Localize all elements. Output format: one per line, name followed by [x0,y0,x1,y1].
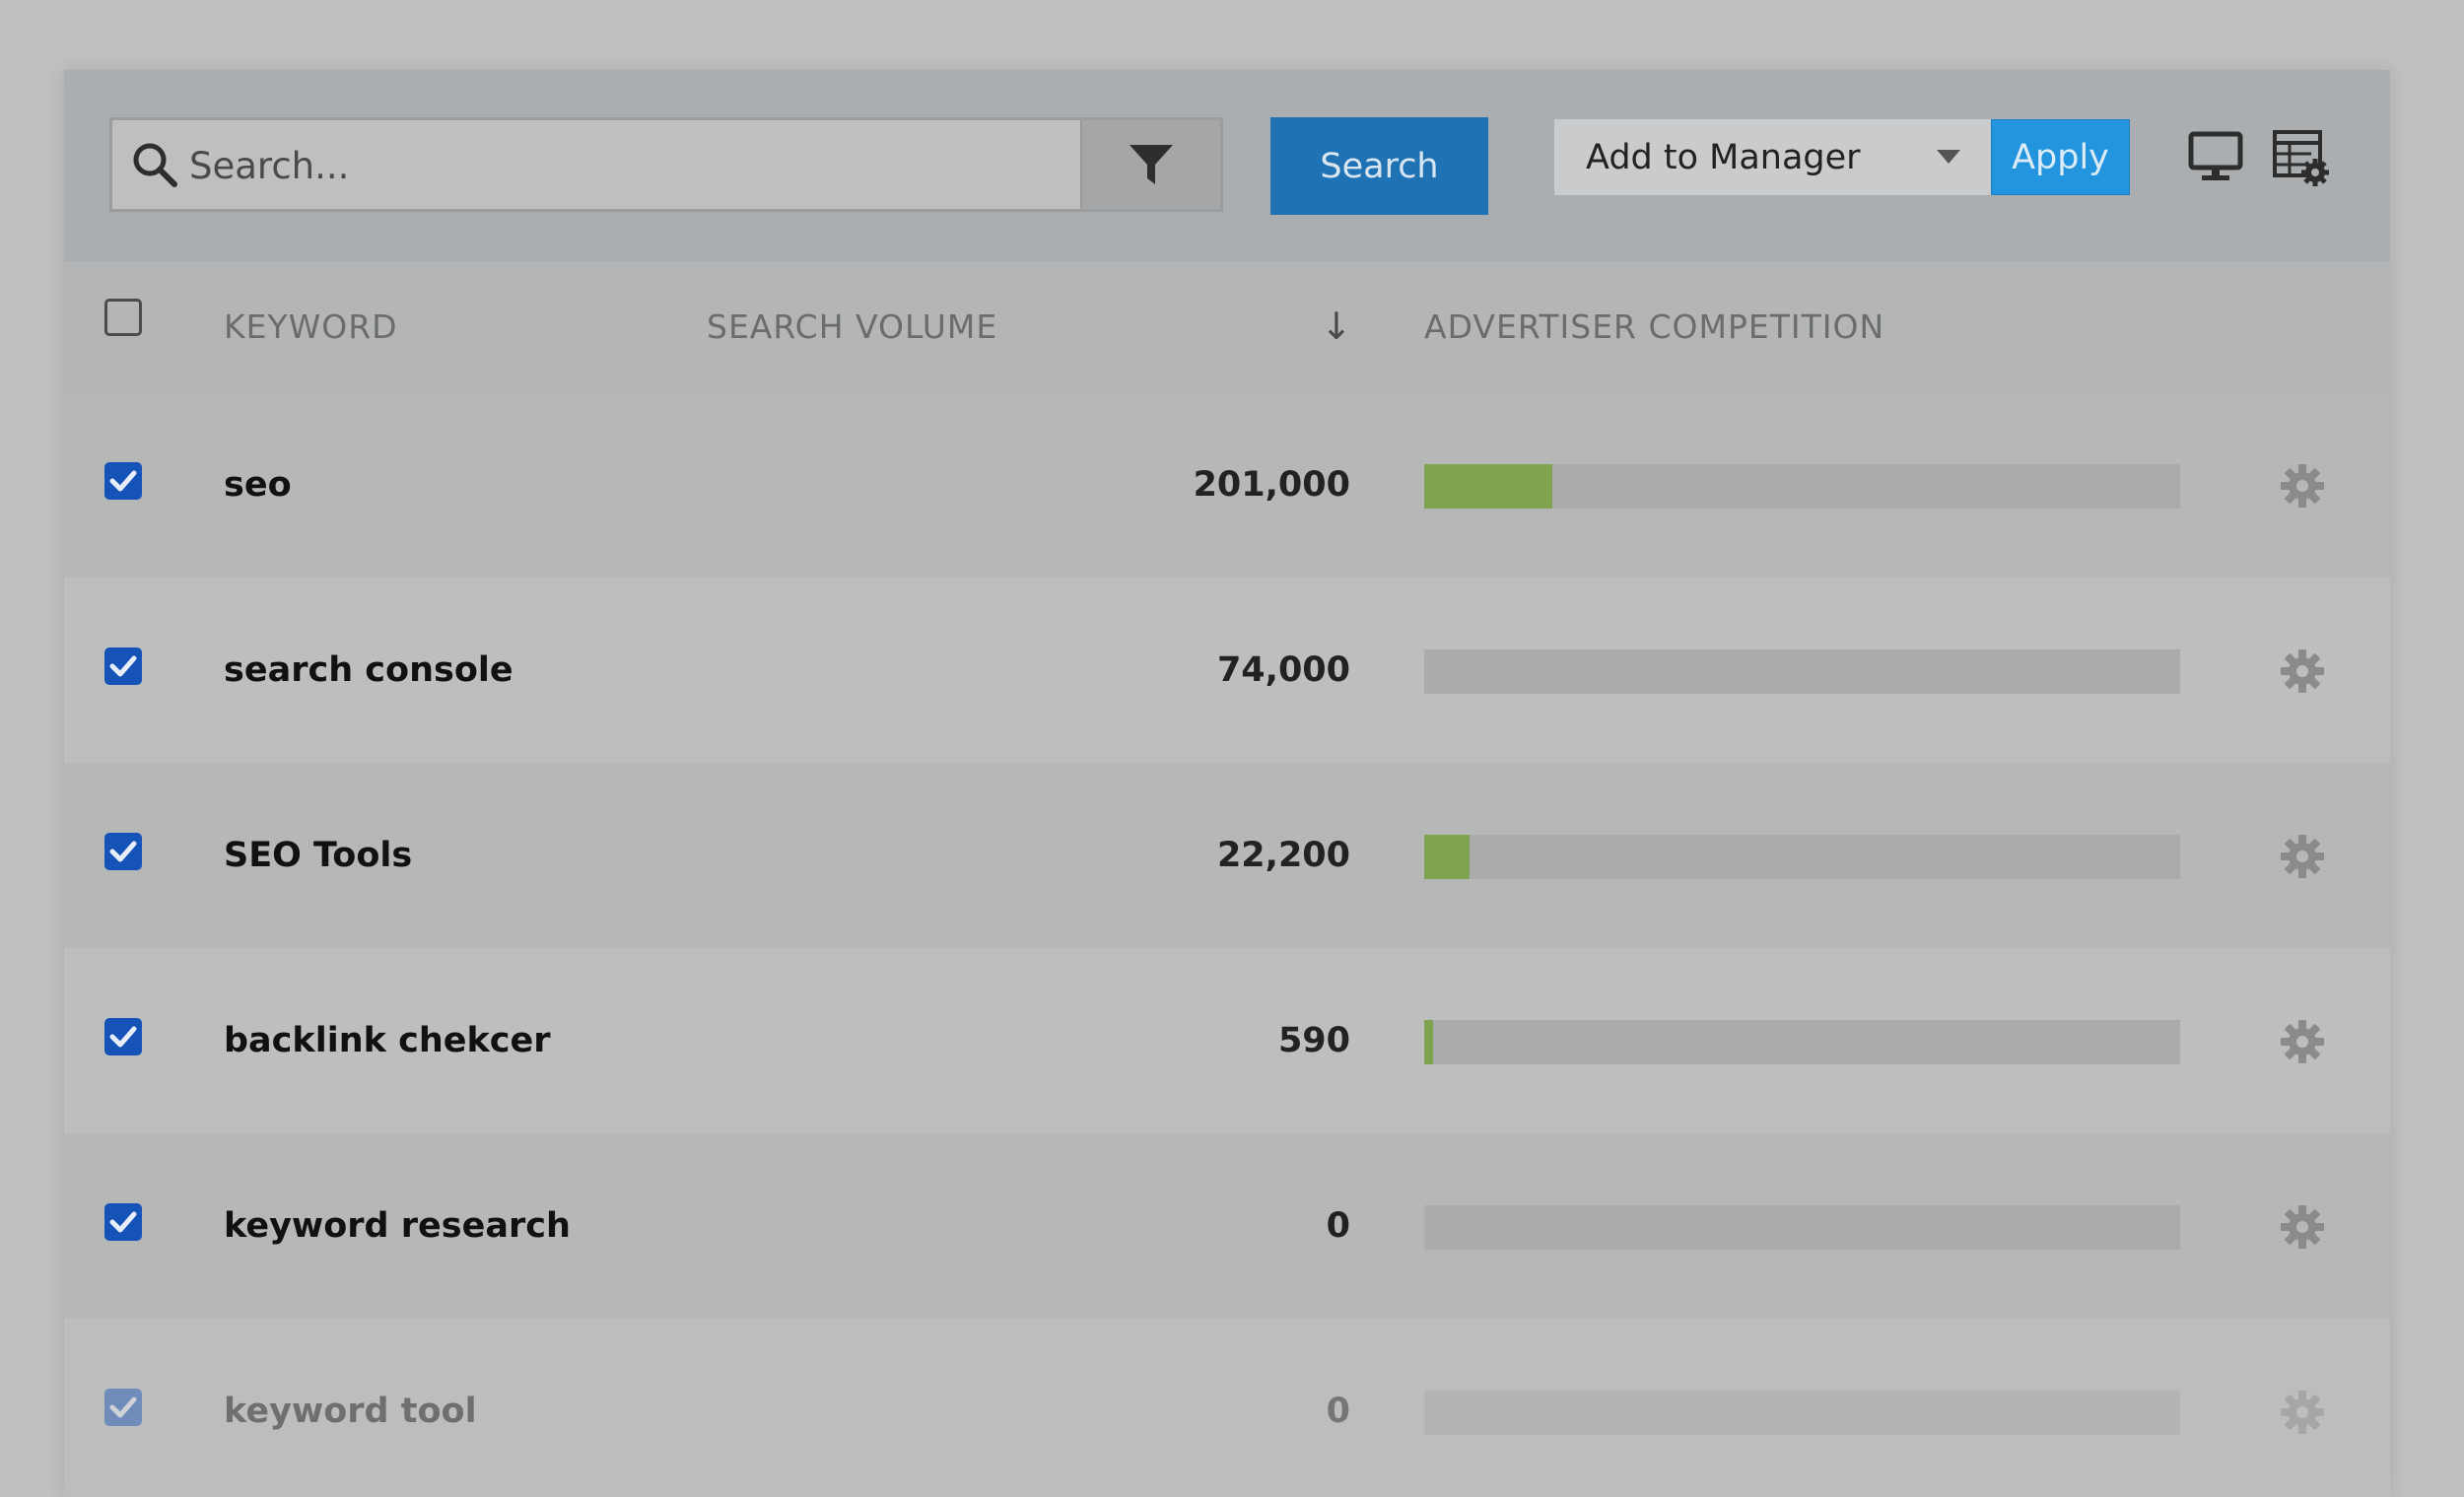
competition-bar [1424,835,2180,879]
row-checkbox[interactable] [104,647,142,685]
monitor-icon[interactable] [2188,131,2243,182]
competition-bar [1424,464,2180,509]
toolbar: Search Add to Manager Apply [64,70,2390,261]
competition-bar [1424,1205,2180,1250]
checkmark-icon [109,1026,137,1048]
keyword-cell[interactable]: keyword research [224,1133,571,1319]
table-settings-icon[interactable] [2272,129,2331,188]
competition-bar-fill [1424,835,1471,879]
row-checkbox[interactable] [104,1389,142,1426]
row-checkbox[interactable] [104,462,142,500]
search-input[interactable] [187,120,1118,211]
search-volume-cell: 0 [1326,1392,1350,1431]
gear-icon[interactable] [2280,834,2325,879]
header-keyword[interactable]: KEYWORD [224,261,398,392]
search-volume-cell: 0 [1326,1206,1350,1246]
keyword-cell[interactable]: backlink chekcer [224,948,551,1133]
competition-bar-fill [1424,1020,1434,1064]
gear-icon[interactable] [2280,463,2325,509]
filter-button[interactable] [1080,120,1220,209]
search-box[interactable] [109,117,1223,212]
row-checkbox[interactable] [104,1018,142,1055]
keyword-panel: Search Add to Manager Apply [64,70,2390,1497]
keyword-cell[interactable]: search console [224,578,513,763]
select-all-checkbox[interactable] [104,299,142,336]
search-volume-cell: 201,000 [1193,465,1350,505]
table-row[interactable]: seo 201,000 [64,392,2390,578]
checkmark-icon [109,841,137,862]
search-volume-cell: 22,200 [1216,836,1350,875]
competition-bar-fill [1424,464,1553,509]
add-to-manager-select[interactable]: Add to Manager [1554,119,1991,195]
table-row[interactable]: keyword research 0 [64,1133,2390,1319]
table-row[interactable]: keyword tool 0 [64,1319,2390,1497]
table-row[interactable]: SEO Tools 22,200 [64,763,2390,948]
row-checkbox[interactable] [104,833,142,870]
search-volume-cell: 590 [1277,1021,1350,1060]
keyword-cell[interactable]: keyword tool [224,1319,477,1497]
chevron-down-icon [1937,150,1960,164]
keyword-cell[interactable]: seo [224,392,292,578]
gear-icon[interactable] [2280,648,2325,694]
table-row[interactable]: backlink chekcer 590 [64,948,2390,1133]
table-header: KEYWORD SEARCH VOLUME ↓ ADVERTISER COMPE… [64,261,2390,392]
competition-bar [1424,1391,2180,1435]
gear-icon[interactable] [2280,1204,2325,1250]
filter-icon [1129,145,1173,184]
checkmark-icon [109,470,137,492]
add-to-manager-label: Add to Manager [1586,137,1861,177]
sort-arrow-icon[interactable]: ↓ [1321,261,1353,392]
checkmark-icon [109,1396,137,1418]
checkmark-icon [109,655,137,677]
search-icon [133,143,177,187]
search-volume-cell: 74,000 [1216,650,1350,690]
competition-bar [1424,1020,2180,1064]
apply-button[interactable]: Apply [1991,119,2130,195]
checkmark-icon [109,1211,137,1233]
gear-icon[interactable] [2280,1390,2325,1435]
gear-icon[interactable] [2280,1019,2325,1064]
row-checkbox[interactable] [104,1203,142,1241]
header-search-volume[interactable]: SEARCH VOLUME [707,261,997,392]
header-advertiser-competition[interactable]: ADVERTISER COMPETITION [1424,261,1884,392]
table-row[interactable]: search console 74,000 [64,578,2390,763]
search-button[interactable]: Search [1270,117,1488,215]
competition-bar [1424,649,2180,694]
keyword-cell[interactable]: SEO Tools [224,763,412,948]
